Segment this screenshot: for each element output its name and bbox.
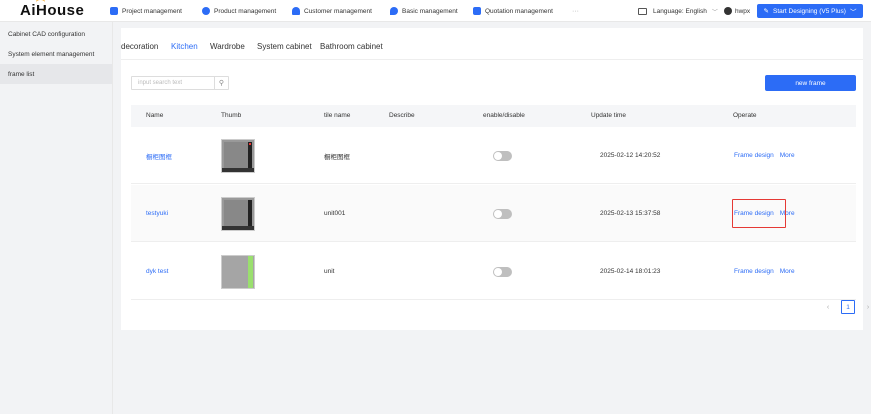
row-update-time: 2025-02-14 18:01:23: [600, 268, 661, 275]
row-name-link[interactable]: 橱柜图框: [146, 127, 172, 184]
main-content: decoration Kitchen Wardrobe System cabin…: [113, 22, 871, 414]
pagination: ‹ 1 ›: [821, 300, 871, 314]
category-tabs: decoration Kitchen Wardrobe System cabin…: [121, 40, 863, 60]
basic-icon: [390, 7, 398, 15]
quotation-icon: [473, 7, 481, 15]
more-link[interactable]: More: [780, 152, 795, 159]
app-logo[interactable]: AiHouse: [20, 2, 84, 19]
row-name-link[interactable]: dyk test: [146, 243, 168, 300]
nav-project-management[interactable]: Project management: [110, 0, 182, 22]
nav-more[interactable]: ···: [572, 0, 579, 22]
table-row: testyuki unit001 2025-02-13 15:37:58 Fra…: [131, 185, 856, 242]
new-frame-button[interactable]: new frame: [765, 75, 856, 91]
table-row: dyk test unit 2025-02-14 18:01:23 Frame …: [131, 243, 856, 300]
page-number-current[interactable]: 1: [841, 300, 855, 314]
row-tile-name: 橱柜图框: [324, 153, 350, 161]
tab-bathroom-cabinet[interactable]: Bathroom cabinet: [320, 40, 383, 60]
column-header-operate: Operate: [733, 112, 757, 119]
customer-icon: [292, 7, 300, 15]
top-bar: AiHouse Project management Product manag…: [0, 0, 871, 22]
avatar: [724, 7, 732, 15]
sidebar-item-system-element[interactable]: System element management: [0, 44, 112, 64]
frame-thumbnail[interactable]: [221, 138, 255, 173]
nav-basic-management[interactable]: Basic management: [390, 0, 458, 22]
row-update-time: 2025-02-13 15:37:58: [600, 210, 661, 217]
nav-product-management[interactable]: Product management: [202, 0, 276, 22]
column-header-thumb: Thumb: [221, 112, 242, 119]
chevron-down-icon: ﹀: [849, 9, 857, 16]
next-page-button[interactable]: ›: [861, 300, 871, 314]
tab-wardrobe[interactable]: Wardrobe: [210, 40, 245, 60]
enable-toggle[interactable]: [493, 150, 512, 161]
frame-design-link[interactable]: Frame design: [734, 152, 774, 159]
pencil-icon: ✎: [763, 8, 769, 15]
tab-kitchen[interactable]: Kitchen: [171, 40, 198, 60]
prev-page-button[interactable]: ‹: [821, 300, 835, 314]
column-header-update-time: Update time: [591, 112, 627, 119]
frame-thumbnail[interactable]: [221, 254, 255, 289]
tab-divider: [121, 59, 863, 60]
product-icon: [202, 7, 210, 15]
column-header-enable: enable/disable: [483, 112, 525, 119]
sidebar-item-frame-list[interactable]: frame list: [0, 64, 112, 84]
column-header-name: Name: [146, 112, 164, 119]
row-name-link[interactable]: testyuki: [146, 185, 168, 242]
table-row: 橱柜图框 橱柜图框 2025-02-12 14:20:52 Frame desi…: [131, 127, 856, 184]
user-menu[interactable]: hwpx: [724, 0, 750, 22]
logo-hat-icon: [36, 0, 45, 3]
tab-system-cabinet[interactable]: System cabinet: [257, 40, 312, 60]
column-header-describe: Describe: [389, 112, 415, 119]
row-update-time: 2025-02-12 14:20:52: [600, 152, 661, 159]
table-header: Name Thumb tile name Describe enable/dis…: [131, 105, 856, 127]
frame-thumbnail[interactable]: [221, 196, 255, 231]
search-input[interactable]: input search text ⚲: [131, 76, 229, 90]
frame-design-link[interactable]: Frame design: [734, 268, 774, 275]
chevron-down-icon: ﹀: [711, 9, 718, 16]
start-designing-button[interactable]: ✎ Start Designing (V5 Plus) ﹀: [757, 4, 863, 18]
tab-decoration[interactable]: decoration: [121, 40, 158, 60]
frame-list-card: decoration Kitchen Wardrobe System cabin…: [121, 28, 869, 330]
nav-customer-management[interactable]: Customer management: [292, 0, 372, 22]
search-icon[interactable]: ⚲: [214, 76, 228, 90]
highlight-box: [732, 199, 786, 228]
language-selector[interactable]: Language: English ﹀: [638, 0, 718, 22]
row-tile-name: unit001: [324, 210, 346, 217]
folder-icon: [110, 7, 118, 15]
row-tile-name: unit: [324, 268, 335, 275]
sidebar: Cabinet CAD configuration System element…: [0, 22, 113, 414]
enable-toggle[interactable]: [493, 266, 512, 277]
more-link[interactable]: More: [780, 268, 795, 275]
column-header-tile-name: tile name: [324, 112, 351, 119]
monitor-icon: [638, 7, 647, 15]
sidebar-item-cabinet-cad[interactable]: Cabinet CAD configuration: [0, 24, 112, 44]
nav-quotation-management[interactable]: Quotation management: [473, 0, 553, 22]
enable-toggle[interactable]: [493, 208, 512, 219]
